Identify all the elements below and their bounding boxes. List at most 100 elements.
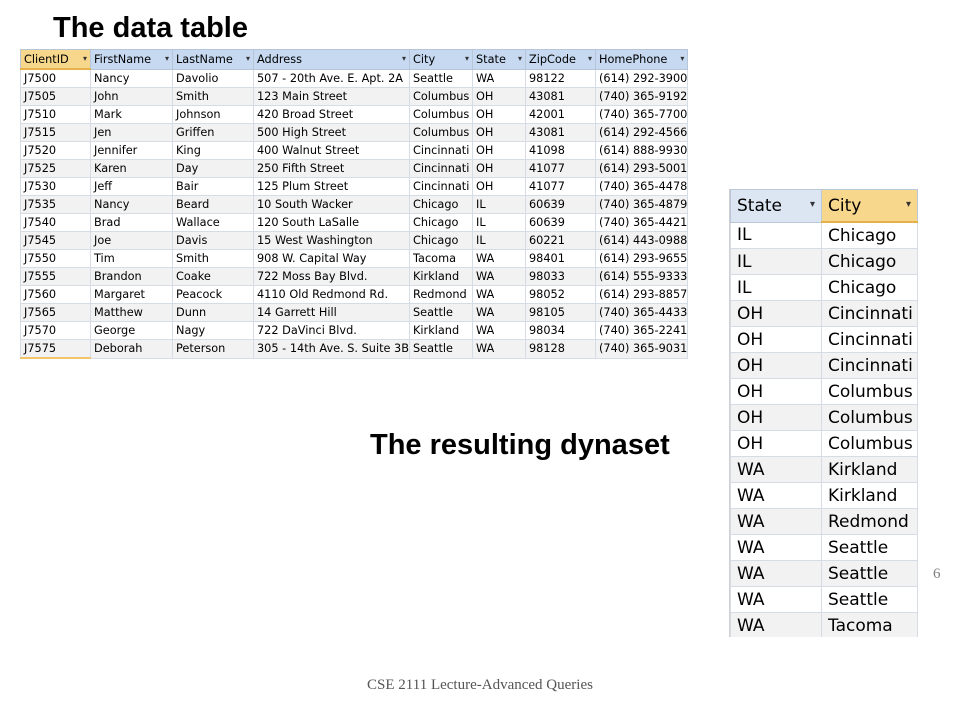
data-table-cell-firstname[interactable]: Margaret [90,285,173,304]
data-table-cell-address[interactable]: 305 - 14th Ave. S. Suite 3B [253,339,410,359]
data-table-cell-lastname[interactable]: Beard [172,195,254,214]
data-table-cell-address[interactable]: 908 W. Capital Way [253,249,410,268]
data-table-cell-city[interactable]: Cincinnati [409,159,473,178]
data-table-cell-clientid[interactable]: J7550 [20,249,91,268]
data-table-cell-clientid[interactable]: J7515 [20,123,91,142]
data-table-cell-address[interactable]: 250 Fifth Street [253,159,410,178]
dynaset-cell-state[interactable]: WA [730,482,822,509]
data-table-cell-clientid[interactable]: J7560 [20,285,91,304]
data-table-cell-firstname[interactable]: Jennifer [90,141,173,160]
data-table-cell-address[interactable]: 400 Walnut Street [253,141,410,160]
dynaset-cell-state[interactable]: WA [730,612,822,637]
data-table-cell-city[interactable]: Seattle [409,68,473,88]
data-table-cell-state[interactable]: WA [472,285,526,304]
data-table-cell-address[interactable]: 125 Plum Street [253,177,410,196]
data-table-cell-lastname[interactable]: Smith [172,87,254,106]
data-table-cell-city[interactable]: Tacoma [409,249,473,268]
data-table-cell-city[interactable]: Cincinnati [409,141,473,160]
data-table-cell-state[interactable]: OH [472,159,526,178]
data-table-cell-clientid[interactable]: J7505 [20,87,91,106]
data-table-cell-zipcode[interactable]: 98401 [525,249,596,268]
dynaset-column-header-state[interactable]: State ▾ [730,189,822,223]
data-table-cell-clientid[interactable]: J7540 [20,213,91,232]
dynaset-row[interactable]: IL Chicago [730,221,918,249]
data-table-cell-clientid[interactable]: J7510 [20,105,91,124]
data-table-cell-lastname[interactable]: Coake [172,267,254,286]
dynaset-row[interactable]: OH Cincinnati [730,352,918,379]
data-table-cell-homephone[interactable]: (740) 365-4478 [594,177,689,196]
dynaset-column-header-city[interactable]: City ▾ [821,189,918,223]
data-table-cell-homephone[interactable]: (614) 555-9333 [594,267,689,286]
data-table-cell-address[interactable]: 123 Main Street [253,87,410,106]
data-table-cell-zipcode[interactable]: 60221 [525,231,596,250]
data-table-cell-firstname[interactable]: Tim [90,249,173,268]
dynaset-row[interactable]: OH Cincinnati [730,326,918,353]
data-table-row[interactable]: J7505 John Smith 123 Main Street Columbus OH 4… [20,87,689,106]
data-table-cell-state[interactable]: WA [472,321,526,340]
data-table-cell-clientid[interactable]: J7525 [20,159,91,178]
data-table-cell-city[interactable]: Seattle [409,303,473,322]
data-table-cell-state[interactable]: WA [472,303,526,322]
data-table-cell-homephone[interactable]: (614) 293-5001 [594,159,689,178]
data-table-cell-homephone[interactable]: (614) 888-9930 [594,141,689,160]
dynaset-row[interactable]: WA Kirkland [730,456,918,483]
dynaset-cell-state[interactable]: IL [730,221,822,249]
data-table-cell-lastname[interactable]: Wallace [172,213,254,232]
data-table-cell-firstname[interactable]: Nancy [90,195,173,214]
dynaset-cell-state[interactable]: WA [730,508,822,535]
data-table-cell-zipcode[interactable]: 60639 [525,195,596,214]
data-table-cell-state[interactable]: WA [472,339,526,359]
data-table-row[interactable]: J7530 Jeff Bair 125 Plum Street Cincinnati OH… [20,177,689,196]
data-table-cell-state[interactable]: OH [472,177,526,196]
data-table-cell-homephone[interactable]: (614) 292-4566 [594,123,689,142]
dynaset-cell-state[interactable]: OH [730,378,822,405]
data-table-cell-homephone[interactable]: (740) 365-4433 [594,303,689,322]
dropdown-arrow-icon[interactable]: ▾ [588,54,592,63]
dynaset-cell-city[interactable]: Seattle [821,560,918,587]
data-table-row[interactable]: J7565 Matthew Dunn 14 Garrett Hill Seattle WA… [20,303,689,322]
data-table-cell-firstname[interactable]: Joe [90,231,173,250]
dynaset-cell-city[interactable]: Tacoma [821,612,918,637]
data-table-cell-zipcode[interactable]: 43081 [525,123,596,142]
data-table-cell-state[interactable]: OH [472,87,526,106]
data-table-cell-address[interactable]: 500 High Street [253,123,410,142]
data-table-cell-zipcode[interactable]: 98105 [525,303,596,322]
data-table-cell-firstname[interactable]: Mark [90,105,173,124]
data-table-row[interactable]: J7510 Mark Johnson 420 Broad Street Columbus… [20,105,689,124]
data-table-row[interactable]: J7550 Tim Smith 908 W. Capital Way Tacoma WA 9… [20,249,689,268]
data-table-column-header-address[interactable]: Address ▾ [253,49,410,70]
data-table-cell-lastname[interactable]: Dunn [172,303,254,322]
data-table-row[interactable]: J7500 Nancy Davolio 507 - 20th Ave. E. Apt.… [20,68,689,88]
data-table-row[interactable]: J7520 Jennifer King 400 Walnut Street Cincin… [20,141,689,160]
data-table-row[interactable]: J7545 Joe Davis 15 West Washington Chicago IL… [20,231,689,250]
dropdown-arrow-icon[interactable]: ▾ [83,54,87,63]
dynaset-row[interactable]: WA Tacoma [730,612,918,637]
dynaset-row[interactable]: OH Cincinnati [730,300,918,327]
data-table-cell-lastname[interactable]: Griffen [172,123,254,142]
data-table-cell-state[interactable]: OH [472,105,526,124]
data-table-cell-city[interactable]: Chicago [409,231,473,250]
dropdown-arrow-icon[interactable]: ▾ [680,54,684,63]
data-table-cell-city[interactable]: Seattle [409,339,473,359]
data-table-cell-address[interactable]: 4110 Old Redmond Rd. [253,285,410,304]
dynaset-cell-city[interactable]: Seattle [821,586,918,613]
data-table-column-header-homephone[interactable]: HomePhone ▾ [594,49,689,70]
data-table-cell-city[interactable]: Redmond [409,285,473,304]
dynaset-cell-city[interactable]: Redmond [821,508,918,535]
data-table-row[interactable]: J7555 Brandon Coake 722 Moss Bay Blvd. Kirkl… [20,267,689,286]
dynaset-cell-state[interactable]: WA [730,456,822,483]
data-table-cell-homephone[interactable]: (614) 292-3900 [594,68,689,88]
data-table-column-header-firstname[interactable]: FirstName ▾ [90,49,173,70]
data-table-row[interactable]: J7525 Karen Day 250 Fifth Street Cincinnati O… [20,159,689,178]
data-table-cell-firstname[interactable]: Brad [90,213,173,232]
dynaset-cell-state[interactable]: WA [730,534,822,561]
dynaset-row[interactable]: WA Kirkland [730,482,918,509]
data-table-cell-state[interactable]: WA [472,249,526,268]
dynaset-cell-city[interactable]: Chicago [821,248,918,275]
dynaset-row[interactable]: WA Seattle [730,560,918,587]
dynaset-row[interactable]: WA Redmond [730,508,918,535]
data-table-cell-clientid[interactable]: J7565 [20,303,91,322]
dynaset-cell-city[interactable]: Cincinnati [821,352,918,379]
data-table-cell-zipcode[interactable]: 98128 [525,339,596,359]
data-table-cell-address[interactable]: 507 - 20th Ave. E. Apt. 2A [253,68,410,88]
